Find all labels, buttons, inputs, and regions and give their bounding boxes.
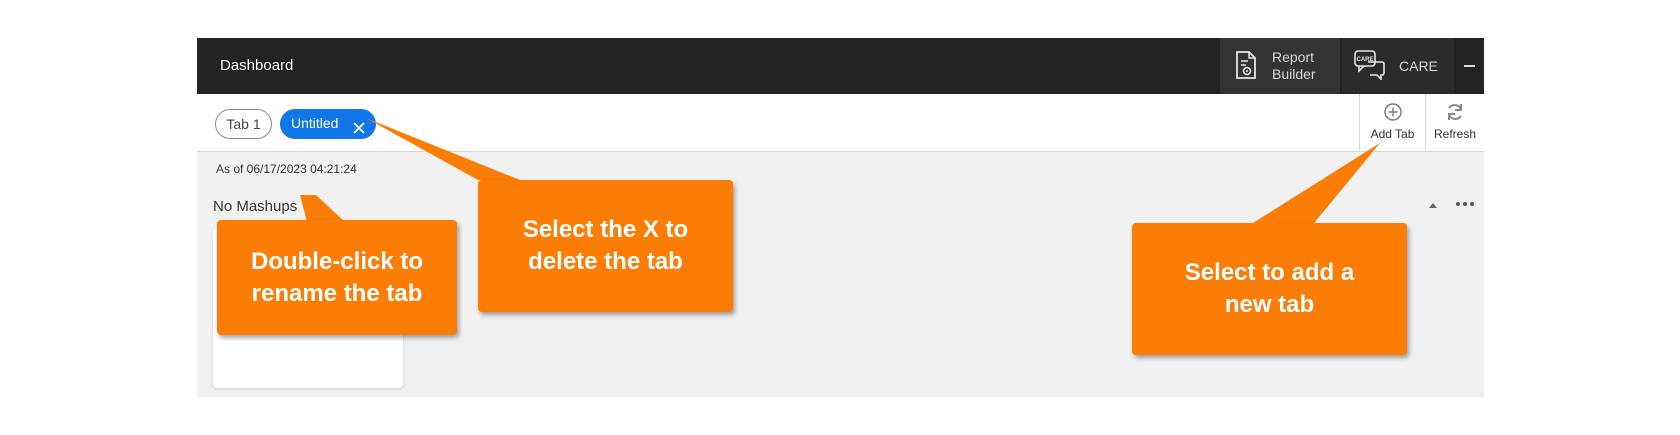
rename-callout-pointer <box>300 195 345 222</box>
add-callout-line2: new tab <box>1224 291 1315 318</box>
rename-callout-line1: Double-click to <box>250 247 424 275</box>
rename-tab-callout: Double-click to rename the tab <box>217 220 457 335</box>
add-tab-callout: Select to add a new tab <box>1132 223 1407 355</box>
delete-callout-pointer <box>366 118 520 180</box>
add-callout-line1: Select to add a <box>1184 259 1355 286</box>
rename-callout-line2: rename the tab <box>251 279 423 307</box>
delete-tab-callout: Select the X to delete the tab <box>478 180 733 312</box>
delete-callout-line2: delete the tab <box>528 248 683 275</box>
callout-pointers <box>300 118 1380 228</box>
add-callout-pointer <box>1245 143 1380 228</box>
delete-callout-line1: Select the X to <box>522 216 689 243</box>
